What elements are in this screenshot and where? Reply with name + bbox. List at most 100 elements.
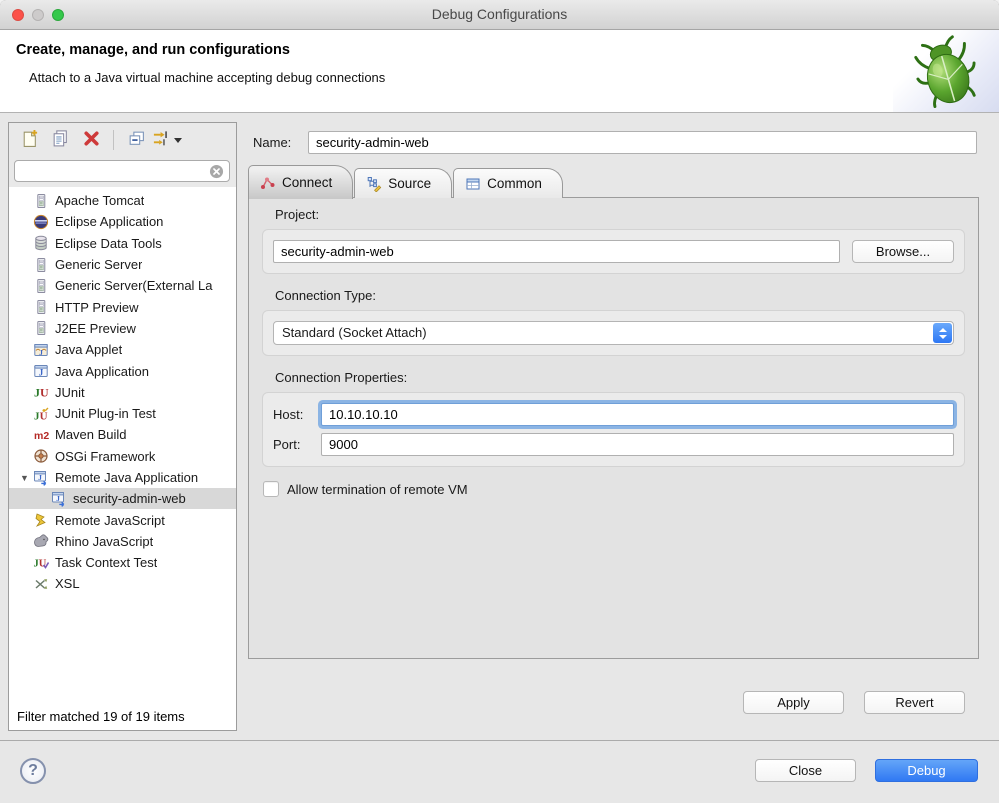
tree-item-remote-javascript[interactable]: Remote JavaScript [9,509,236,530]
duplicate-configuration-button[interactable] [47,127,73,153]
tab-source[interactable]: Source [354,168,452,198]
port-label: Port: [273,437,321,452]
tree-item-label: Generic Server(External La [55,278,213,293]
name-label: Name: [253,135,291,150]
select-stepper-icon [933,323,952,343]
tab-common[interactable]: Common [453,168,563,198]
tree-item-apache-tomcat[interactable]: Apache Tomcat [9,190,236,211]
debug-button[interactable]: Debug [875,759,978,782]
connect-tab-panel: Project: Browse... Connection Type: Stan… [248,197,979,659]
header-title: Create, manage, and run configurations [16,42,290,58]
tab-bar: Connect SourceCommon [248,163,564,198]
dialog-footer: ? Close Debug [0,740,999,803]
tree-item-security-admin-web[interactable]: Jsecurity-admin-web [9,488,236,509]
remote-java-icon: J [51,491,68,507]
tree-item-generic-server-external-la[interactable]: Generic Server(External La [9,275,236,296]
common-icon [465,176,481,192]
tree-item-label: J2EE Preview [55,321,136,336]
debug-configurations-dialog: Debug Configurations Create, manage, and… [0,0,999,803]
rhino-icon [33,533,50,549]
allow-termination-checkbox[interactable] [263,481,279,497]
window-title: Debug Configurations [0,6,999,22]
dialog-body: Apache Tomcat Eclipse Application Eclipse … [0,113,999,740]
server-icon [33,299,50,315]
revert-button[interactable]: Revert [864,691,965,714]
tab-label: Connect [282,175,332,190]
tree-item-osgi-framework[interactable]: OSGi Framework [9,446,236,467]
close-button[interactable]: Close [755,759,856,782]
junit-plugin-icon: JU [33,406,50,422]
port-input[interactable] [321,433,954,456]
name-input[interactable] [308,131,977,154]
configuration-tree: Apache Tomcat Eclipse Application Eclipse … [9,187,236,702]
tree-item-label: Apache Tomcat [55,193,144,208]
junit-icon: JU [33,384,50,400]
toolbar-separator [113,130,114,150]
connection-type-select[interactable]: Standard (Socket Attach) [273,321,954,345]
filter-status: Filter matched 19 of 19 items [9,702,236,730]
dropdown-arrow-icon [174,138,182,143]
apply-revert-row: Apply Revert [743,691,965,714]
tree-item-label: OSGi Framework [55,449,155,464]
header-subtitle: Attach to a Java virtual machine accepti… [29,70,385,85]
new-configuration-button[interactable] [16,127,42,153]
duplicate-config-icon [51,129,70,151]
tree-item-maven-build[interactable]: m2 Maven Build [9,424,236,445]
browse-button[interactable]: Browse... [852,240,954,263]
tree-item-label: Java Application [55,364,149,379]
project-label: Project: [275,207,978,223]
tree-item-label: Task Context Test [55,555,157,570]
tree-item-label: Eclipse Application [55,214,163,229]
collapse-all-icon [127,129,146,151]
filter-input[interactable] [14,160,230,182]
svg-text:m2: m2 [34,430,49,442]
clear-filter-icon[interactable] [209,164,224,179]
task-context-icon: JU [33,555,50,571]
svg-text:J: J [39,367,44,377]
help-button[interactable]: ? [20,758,46,784]
svg-text:J: J [39,348,43,357]
java-app-icon: J [33,363,50,379]
tab-connect[interactable]: Connect [248,165,353,199]
delete-configuration-button[interactable] [78,127,104,153]
tree-item-generic-server[interactable]: Generic Server [9,254,236,275]
tree-item-junit-plug-in-test[interactable]: JUJUnit Plug-in Test [9,403,236,424]
java-applet-icon: J [33,342,50,358]
svg-text:J: J [38,473,42,482]
project-input[interactable] [273,240,840,263]
filter-config-icon [152,129,171,151]
tree-item-j2ee-preview[interactable]: J2EE Preview [9,318,236,339]
tree-item-http-preview[interactable]: HTTP Preview [9,296,236,317]
connection-type-value: Standard (Socket Attach) [282,325,427,340]
tree-item-label: Maven Build [55,427,127,442]
allow-termination-row: Allow termination of remote VM [263,481,978,497]
server-icon [33,257,50,273]
filter-launch-configurations-button[interactable] [154,127,180,153]
host-label: Host: [273,407,321,422]
tree-item-xsl[interactable]: XSL [9,573,236,594]
tree-item-task-context-test[interactable]: JU Task Context Test [9,552,236,573]
tree-item-junit[interactable]: JUJUnit [9,382,236,403]
tree-item-eclipse-data-tools[interactable]: Eclipse Data Tools [9,233,236,254]
server-icon [33,320,50,336]
remote-js-icon [33,512,50,528]
tree-item-java-application[interactable]: J Java Application [9,360,236,381]
project-group: Browse... [262,229,965,274]
filter-row [9,157,236,187]
tree-item-java-applet[interactable]: JJava Applet [9,339,236,360]
expander-icon[interactable]: ▼ [16,473,33,483]
connection-type-group: Standard (Socket Attach) [262,310,965,356]
apply-button[interactable]: Apply [743,691,844,714]
svg-text:J: J [56,494,60,503]
tree-item-label: XSL [55,576,80,591]
connection-properties-group: Host: Port: [262,392,965,467]
new-config-icon [20,129,39,151]
tree-item-eclipse-application[interactable]: Eclipse Application [9,211,236,232]
tree-item-remote-java-application[interactable]: ▼ J Remote Java Application [9,467,236,488]
tree-item-label: Remote Java Application [55,470,198,485]
tree-item-label: Remote JavaScript [55,513,165,528]
host-input[interactable] [321,403,954,426]
delete-config-icon [82,129,101,151]
tree-item-rhino-javascript[interactable]: Rhino JavaScript [9,531,236,552]
collapse-all-button[interactable] [123,127,149,153]
